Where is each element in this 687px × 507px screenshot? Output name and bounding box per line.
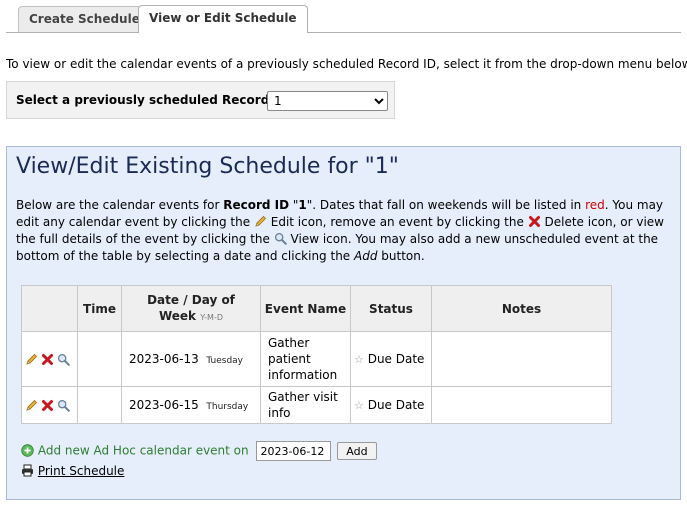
delete-icon: [528, 215, 541, 228]
magnifier-icon: [274, 232, 287, 245]
magnifier-icon[interactable]: [57, 353, 70, 366]
delete-icon[interactable]: [41, 353, 54, 366]
events-table: Time Date / Day of Week Y-M-D Event Name…: [21, 285, 612, 424]
desc-edit-text: Edit icon, remove an event by clicking t…: [266, 215, 528, 229]
notes-cell: [431, 386, 612, 424]
star-icon: ☆: [354, 353, 364, 366]
status-cell: ☆ Due Date: [350, 386, 432, 424]
magnifier-icon[interactable]: [57, 399, 70, 412]
tab-view-edit-schedule[interactable]: View or Edit Schedule: [138, 5, 308, 33]
page-title: View/Edit Existing Schedule for "1": [16, 154, 399, 179]
table-row: 2023-06-15 Thursday Gather visit info ☆ …: [21, 386, 612, 424]
desc-part-1: Below are the calendar events for: [16, 198, 224, 212]
star-icon: ☆: [354, 399, 364, 412]
notes-header: Notes: [431, 285, 612, 332]
time-header: Time: [77, 285, 122, 332]
date-header: Date / Day of Week Y-M-D: [121, 285, 261, 332]
status-text: Due Date: [367, 398, 425, 412]
delete-icon[interactable]: [41, 399, 54, 412]
pencil-icon: [254, 215, 267, 228]
print-row: Print Schedule: [21, 464, 124, 478]
table-row: 2023-06-13 Tuesday Gather patient inform…: [21, 331, 612, 387]
tab-create-schedule[interactable]: Create Schedule: [18, 6, 151, 32]
event-name-header: Event Name: [260, 285, 351, 332]
actions-header: [21, 285, 78, 332]
event-name-cell: Gather patient information: [260, 331, 351, 387]
add-icon: [21, 443, 34, 457]
pencil-icon[interactable]: [25, 353, 38, 366]
date-value: 2023-06-13: [129, 352, 199, 366]
day-of-week: Thursday: [206, 402, 249, 412]
desc-red-word: red: [585, 198, 605, 212]
status-header: Status: [350, 285, 432, 332]
date-cell: 2023-06-15 Thursday: [121, 386, 261, 424]
desc-part-3: ". Dates that fall on weekends will be l…: [306, 198, 586, 212]
date-value: 2023-06-15: [129, 398, 199, 412]
adhoc-date-input[interactable]: [256, 441, 332, 461]
adhoc-label: Add new Ad Hoc calendar event on: [37, 443, 249, 458]
print-schedule-link[interactable]: Print Schedule: [38, 464, 125, 478]
printer-icon: [21, 464, 34, 477]
record-id-select[interactable]: 1: [267, 91, 388, 111]
schedule-panel: View/Edit Existing Schedule for "1" Belo…: [6, 146, 681, 500]
row-actions: [21, 331, 78, 387]
status-text: Due Date: [367, 352, 425, 366]
pencil-icon[interactable]: [25, 399, 38, 412]
date-format-hint: Y-M-D: [200, 312, 224, 322]
desc-add-word: Add: [354, 249, 378, 263]
date-cell: 2023-06-13 Tuesday: [121, 331, 261, 387]
record-select-label: Select a previously scheduled Record ID:: [16, 93, 293, 107]
day-of-week: Tuesday: [206, 356, 244, 366]
table-header-row: Time Date / Day of Week Y-M-D Event Name…: [21, 285, 612, 332]
event-name-cell: Gather visit info: [260, 386, 351, 424]
instructions: Below are the calendar events for Record…: [16, 197, 666, 265]
desc-part-5: button.: [377, 249, 425, 263]
time-cell: [77, 386, 122, 424]
add-button[interactable]: Add: [337, 442, 377, 460]
desc-record-label: Record ID: [223, 198, 290, 212]
row-actions: [21, 386, 78, 424]
desc-part-2: ": [289, 198, 299, 212]
desc-record-id: 1: [298, 198, 307, 212]
record-select-box: Select a previously scheduled Record ID:…: [6, 81, 395, 119]
notes-cell: [431, 331, 612, 387]
tab-bar: Create Schedule View or Edit Schedule: [6, 0, 681, 33]
adhoc-event-row: Add new Ad Hoc calendar event on Add: [21, 441, 377, 461]
time-cell: [77, 331, 122, 387]
intro-text: To view or edit the calendar events of a…: [6, 57, 687, 71]
status-cell: ☆ Due Date: [350, 331, 432, 387]
